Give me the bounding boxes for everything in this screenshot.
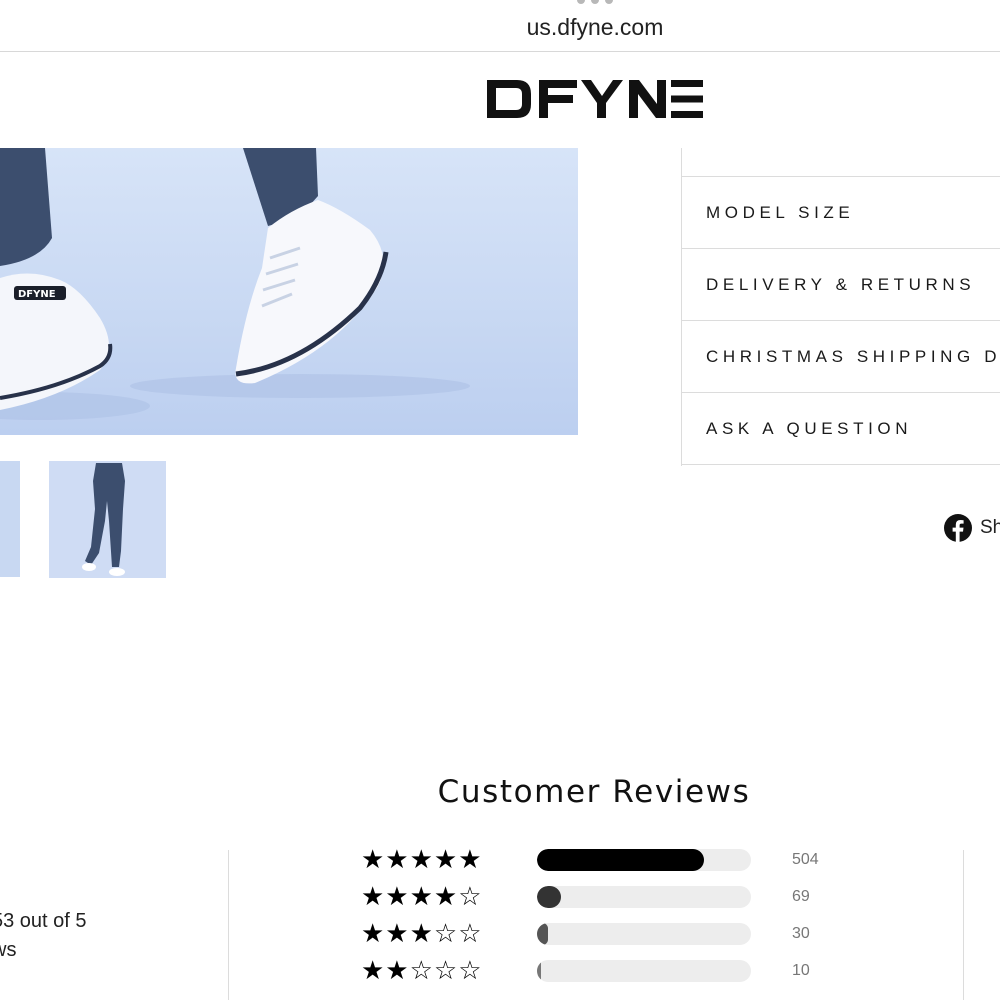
histogram-bar-track <box>537 886 751 908</box>
histogram-row-2-stars[interactable]: ★★☆☆☆ 10 <box>361 958 831 984</box>
svg-text:DFYNE: DFYNE <box>18 289 56 300</box>
histogram-bar-fill <box>537 923 548 945</box>
accordion-item-christmas-shipping[interactable]: CHRISTMAS SHIPPING DA <box>682 321 1000 393</box>
star-rating-icon: ★★★★★ <box>361 845 483 875</box>
share-label: Sh <box>980 517 1000 538</box>
accordion-item-delivery-returns[interactable]: DELIVERY & RETURNS <box>682 249 1000 321</box>
star-rating-icon: ★★★★☆ <box>361 882 483 912</box>
leggings-thumbnail-illustration <box>82 463 125 576</box>
facebook-icon <box>944 514 972 542</box>
reviews-divider-left <box>228 850 229 1000</box>
dfyne-logo[interactable] <box>487 80 703 118</box>
accordion-item-previous[interactable] <box>682 148 1000 177</box>
site-header <box>0 52 1000 148</box>
histogram-count: 10 <box>792 962 810 979</box>
histogram-count: 30 <box>792 925 810 942</box>
thumbnail-1[interactable] <box>0 461 20 577</box>
accordion-item-model-size[interactable]: MODEL SIZE <box>682 177 1000 249</box>
url-text[interactable]: us.dfyne.com <box>0 14 1000 41</box>
product-info-accordion: MODEL SIZE DELIVERY & RETURNS CHRISTMAS … <box>681 148 1000 466</box>
histogram-bar-track <box>537 923 751 945</box>
product-main-image[interactable]: DFYNE <box>0 148 578 435</box>
thumbnail-2[interactable] <box>49 461 166 578</box>
histogram-row-4-stars[interactable]: ★★★★☆ 69 <box>361 884 831 910</box>
accordion-label: CHRISTMAS SHIPPING DA <box>706 346 1000 366</box>
histogram-count: 69 <box>792 888 810 905</box>
browser-url-bar[interactable]: us.dfyne.com <box>0 0 1000 52</box>
accordion-item-ask-question[interactable]: ASK A QUESTION <box>682 393 1000 465</box>
drag-handle <box>577 0 613 4</box>
sneakers-illustration: DFYNE <box>0 148 470 420</box>
histogram-bar-fill <box>537 960 542 982</box>
accordion-label: ASK A QUESTION <box>706 418 913 438</box>
star-rating-icon: ★★☆☆☆ <box>361 956 483 986</box>
histogram-bar-fill <box>537 886 561 908</box>
histogram-count: 504 <box>792 851 819 868</box>
average-rating-text: 53 out of 5 <box>0 910 87 932</box>
reviews-title: Customer Reviews <box>437 774 751 810</box>
review-count-text: ws <box>0 939 17 961</box>
histogram-row-5-stars[interactable]: ★★★★★ 504 <box>361 847 831 873</box>
histogram-bar-fill <box>537 849 704 871</box>
reviews-divider-right <box>963 850 964 1000</box>
histogram-bar-track <box>537 960 751 982</box>
histogram-bar-track <box>537 849 751 871</box>
star-rating-icon: ★★★☆☆ <box>361 919 483 949</box>
accordion-label: DELIVERY & RETURNS <box>706 274 976 294</box>
facebook-share-button[interactable]: Sh <box>944 514 1000 542</box>
histogram-row-3-stars[interactable]: ★★★☆☆ 30 <box>361 921 831 947</box>
accordion-label: MODEL SIZE <box>706 202 855 222</box>
